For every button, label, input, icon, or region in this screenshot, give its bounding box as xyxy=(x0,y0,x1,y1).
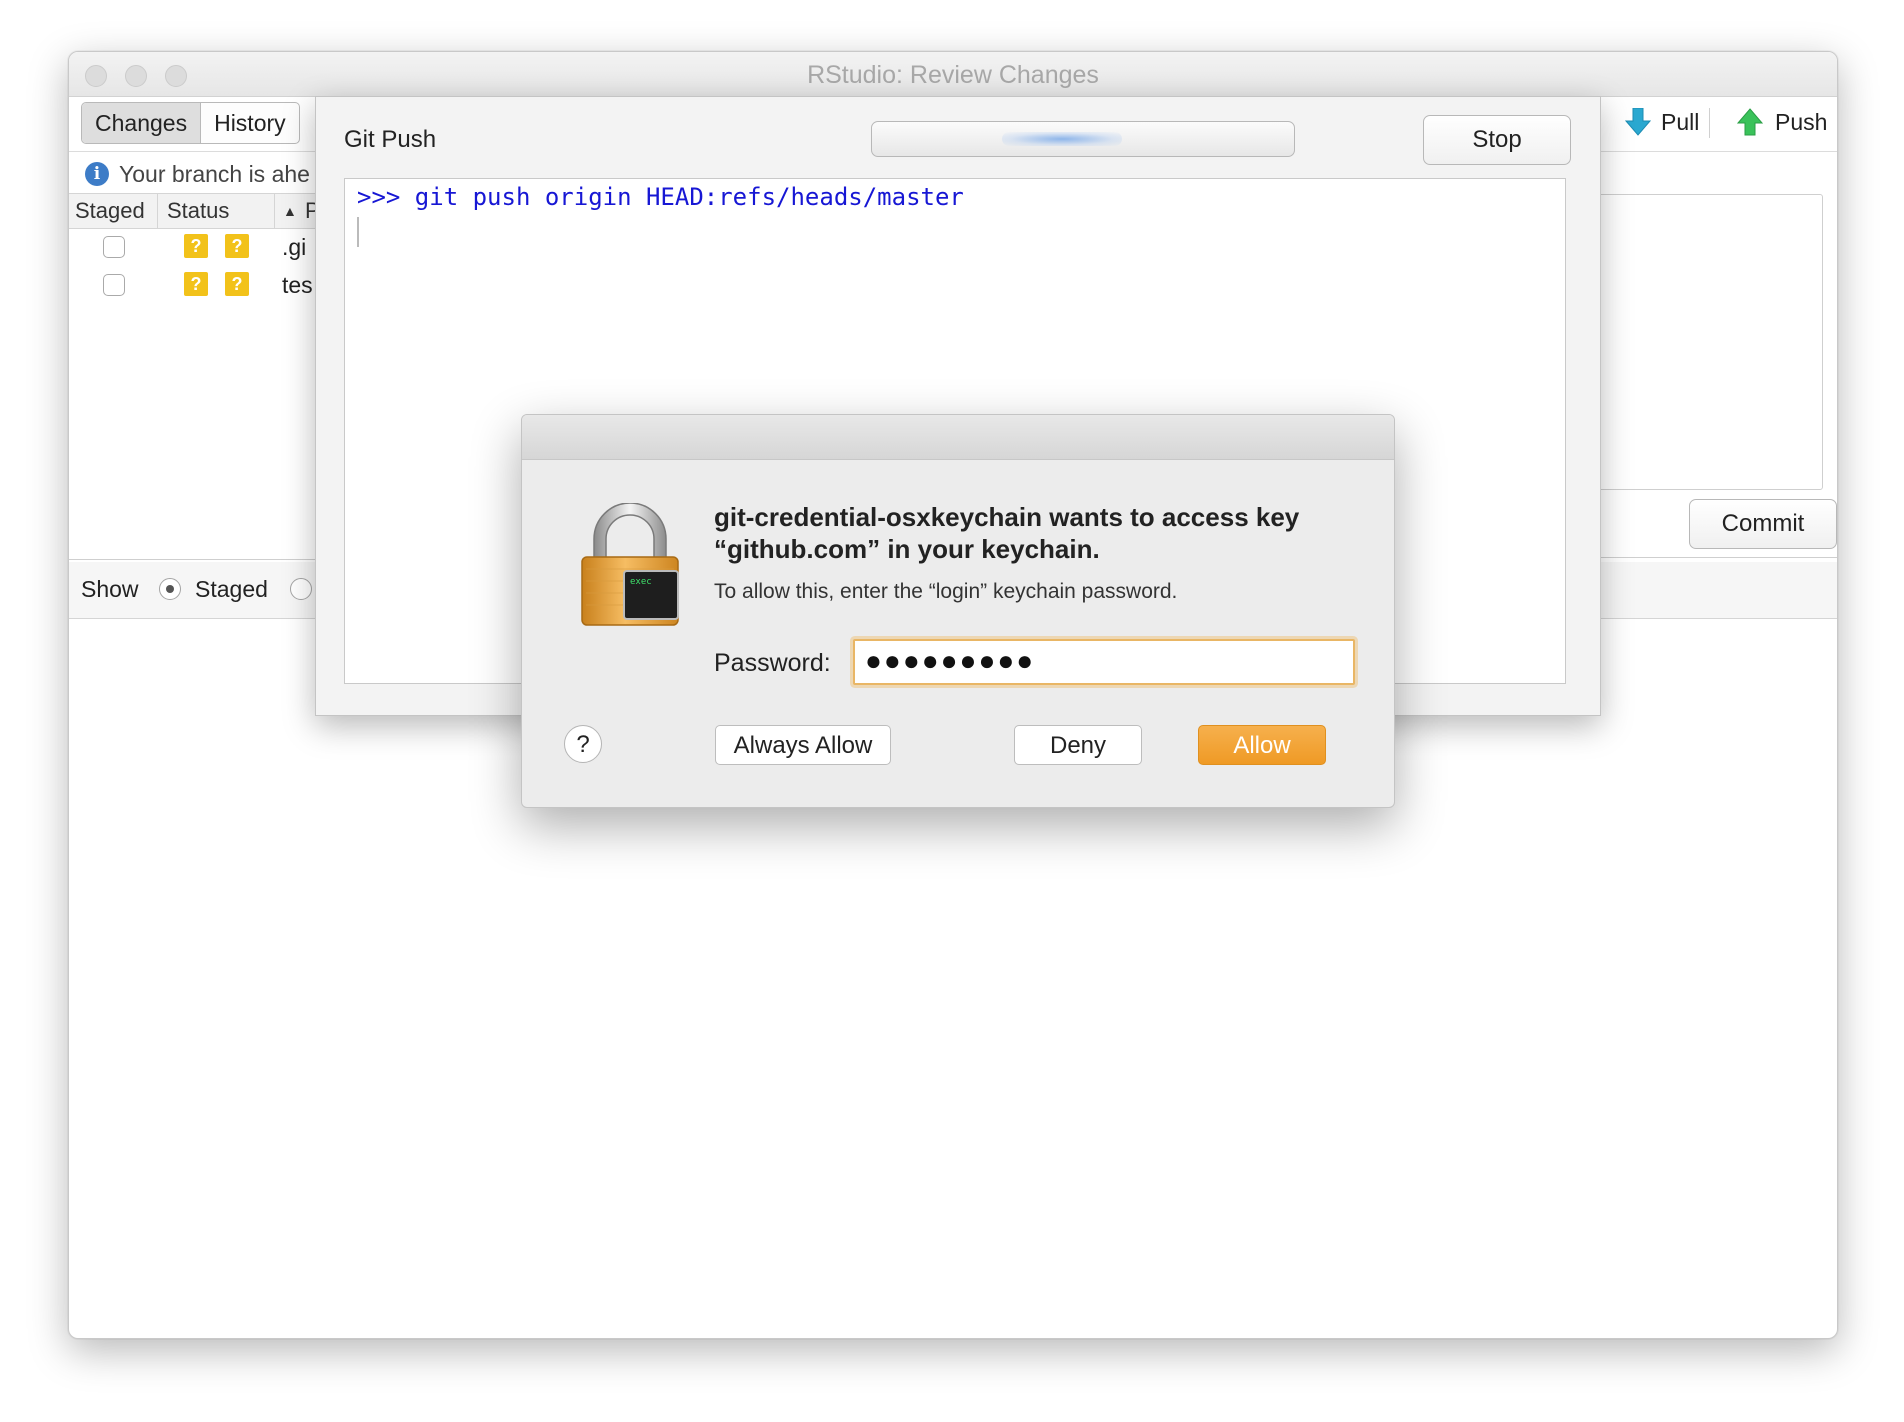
info-icon: i xyxy=(85,162,109,186)
column-separator xyxy=(274,194,275,228)
show-unstaged-radio[interactable] xyxy=(290,578,312,600)
help-button[interactable]: ? xyxy=(564,725,602,763)
staged-checkbox[interactable] xyxy=(103,274,125,296)
always-allow-button[interactable]: Always Allow xyxy=(715,725,891,765)
view-tabs: Changes History xyxy=(81,102,300,144)
text-caret xyxy=(357,217,359,247)
progress-indicator xyxy=(1002,132,1122,146)
show-label: Show xyxy=(81,576,139,602)
toolbar-divider xyxy=(1709,108,1710,138)
column-separator xyxy=(157,194,158,228)
status-untracked-badge: ? xyxy=(184,234,208,258)
header-status[interactable]: Status xyxy=(167,198,229,224)
stop-button[interactable]: Stop xyxy=(1423,115,1571,165)
file-path: tes xyxy=(282,272,313,298)
file-path: .gi xyxy=(282,234,307,260)
deny-button[interactable]: Deny xyxy=(1014,725,1142,765)
password-input[interactable]: ●●●●●●●●● xyxy=(853,639,1355,685)
staged-checkbox[interactable] xyxy=(103,236,125,258)
keychain-lock-icon: exec xyxy=(581,503,679,626)
file-row[interactable]: ? ? tes xyxy=(69,266,329,304)
file-row[interactable]: ? ? .gi xyxy=(69,228,329,266)
branch-status-text: Your branch is ahe xyxy=(119,160,310,187)
dialog-titlebar xyxy=(522,415,1394,460)
file-list-header: Staged Status ▲ P xyxy=(69,193,329,229)
pull-label: Pull xyxy=(1661,108,1700,135)
sort-ascending-icon: ▲ xyxy=(283,203,297,219)
keychain-access-dialog: exec git-credential-osxkeychain wants to… xyxy=(521,414,1395,808)
tab-changes[interactable]: Changes xyxy=(82,103,202,143)
header-staged[interactable]: Staged xyxy=(75,198,145,224)
git-push-title: Git Push xyxy=(344,126,437,153)
pull-button[interactable]: Pull xyxy=(1625,108,1699,136)
window-titlebar: RStudio: Review Changes xyxy=(69,52,1837,97)
progress-bar xyxy=(871,121,1295,157)
dialog-heading: git-credential-osxkeychain wants to acce… xyxy=(714,502,1300,564)
pane-divider xyxy=(1593,557,1837,558)
tab-history[interactable]: History xyxy=(201,103,299,143)
dialog-subtext: To allow this, enter the “login” keychai… xyxy=(714,580,1178,603)
exec-badge-text: exec xyxy=(630,577,652,587)
arrow-down-icon xyxy=(1625,108,1651,136)
commit-button[interactable]: Commit xyxy=(1689,499,1837,549)
status-untracked-badge: ? xyxy=(225,234,249,258)
arrow-up-icon xyxy=(1737,108,1763,136)
push-label: Push xyxy=(1775,108,1828,135)
git-command-line: >>> git push origin HEAD:refs/heads/mast… xyxy=(357,183,964,211)
show-staged-radio[interactable] xyxy=(159,578,181,600)
password-label: Password: xyxy=(714,649,831,677)
push-button[interactable]: Push xyxy=(1737,108,1827,136)
pane-divider xyxy=(69,559,329,560)
status-untracked-badge: ? xyxy=(184,272,208,296)
show-staged-label[interactable]: Staged xyxy=(195,576,268,603)
status-untracked-badge: ? xyxy=(225,272,249,296)
allow-button[interactable]: Allow xyxy=(1198,725,1326,765)
window-title: RStudio: Review Changes xyxy=(807,61,1099,89)
branch-status: i Your branch is ahe xyxy=(85,156,310,192)
commit-message-input[interactable] xyxy=(1593,194,1823,490)
